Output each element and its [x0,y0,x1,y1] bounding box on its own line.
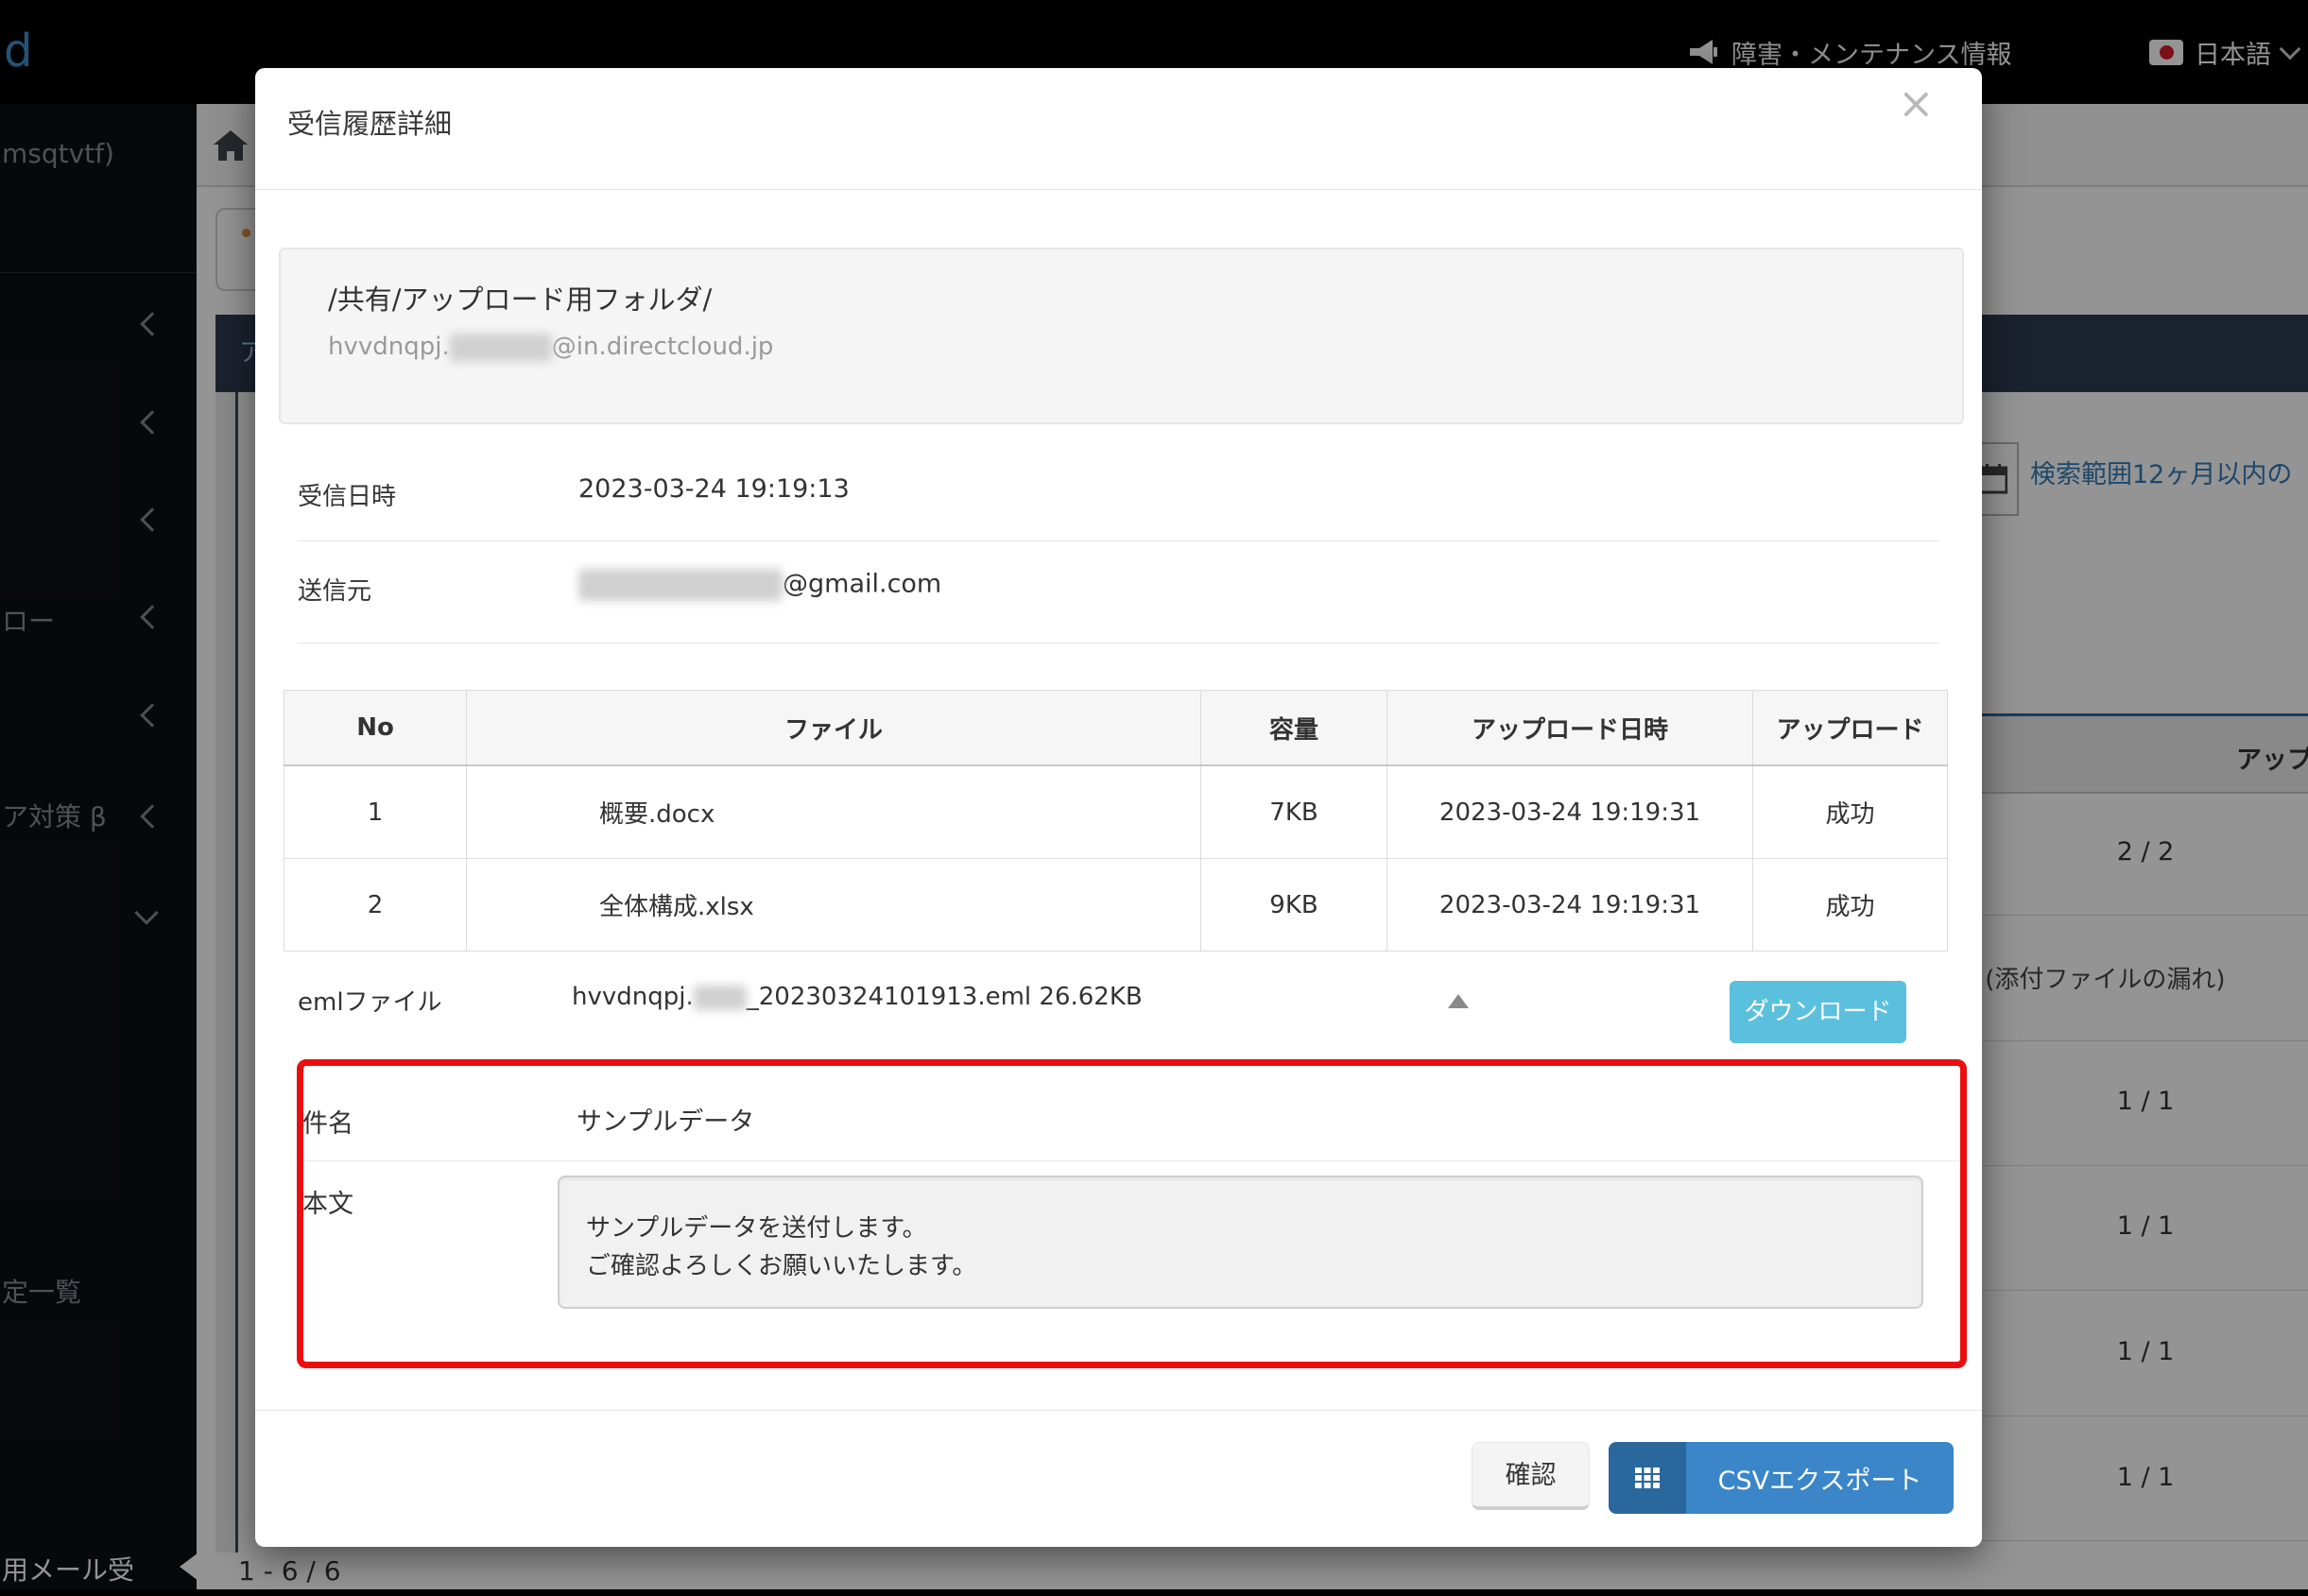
csv-export-label: CSVエクスポート [1686,1442,1954,1514]
col-header-file: ファイル [467,691,1201,766]
body-label: 本文 [302,1183,353,1220]
mail-body-textarea[interactable]: サンプルデータを送付します。 ご確認よろしくお願いいたします。 [558,1176,1923,1309]
csv-export-button[interactable]: CSVエクスポート [1609,1442,1954,1514]
cell-upload-result: 成功 [1753,859,1948,952]
mail-body-line: サンプルデータを送付します。 [586,1210,1921,1247]
eml-name-prefix: hvvdnqpj. [572,983,694,1011]
redacted-text [694,986,747,1010]
cell-upload-datetime: 2023-03-24 19:19:31 [1387,765,1753,859]
redacted-text [450,334,552,362]
subject-label: 件名 [302,1103,353,1140]
receive-history-detail-modal: 受信履歴詳細 × /共有/アップロード用フォルダ/ hvvdnqpj. @in.d… [255,68,1982,1547]
sender-value: @gmail.com [578,569,941,601]
subject-value: サンプルデータ [577,1101,754,1138]
col-header-size: 容量 [1201,691,1387,766]
received-datetime-label: 受信日時 [298,477,396,512]
cell-file: 全体構成.xlsx [467,859,1201,952]
receive-address-prefix: hvvdnqpj. [328,333,450,361]
destination-folder-path: /共有/アップロード用フォルダ/ [328,278,712,317]
table-row: 1 概要.docx 7KB 2023-03-24 19:19:31 成功 [284,765,1948,859]
col-header-upload-datetime: アップロード日時 [1387,691,1753,766]
redacted-text [578,569,783,601]
receive-email-address: hvvdnqpj. @in.directcloud.jp [328,333,773,362]
cell-no: 1 [284,765,467,859]
cell-size: 7KB [1201,765,1387,859]
screen: d 障害・メンテナンス情報 日本語 msqtvtf) ロー ア対策 β 定一覧 … [0,0,2308,1596]
eml-name-suffix: _20230324101913.eml 26.62KB [747,983,1143,1011]
col-header-no: No [284,691,467,766]
field-divider [299,1160,1967,1161]
cell-size: 9KB [1201,859,1387,952]
destination-summary-panel: /共有/アップロード用フォルダ/ hvvdnqpj. @in.directclou… [279,248,1964,424]
mail-body-line: ご確認よろしくお願いいたします。 [586,1247,1921,1285]
modal-header-divider [255,189,1982,190]
field-divider [298,643,1939,644]
cell-upload-result: 成功 [1753,765,1948,859]
sender-address-suffix: @gmail.com [783,570,941,599]
table-row: 2 全体構成.xlsx 9KB 2023-03-24 19:19:31 成功 [284,859,1948,952]
attached-files-table: No ファイル 容量 アップロード日時 アップロード 1 概要.docx 7KB… [284,690,1948,952]
close-icon[interactable]: × [1898,81,1935,125]
table-header-row: No ファイル 容量 アップロード日時 アップロード [284,691,1948,766]
download-button[interactable]: ダウンロード [1730,981,1906,1043]
receive-address-suffix: @in.directcloud.jp [552,333,774,361]
eml-file-label: emlファイル [298,983,442,1018]
cell-upload-datetime: 2023-03-24 19:19:31 [1387,859,1753,952]
modal-footer-divider [255,1410,1982,1411]
sender-label: 送信元 [298,572,371,607]
confirm-button[interactable]: 確認 [1472,1442,1590,1510]
col-header-upload-result: アップロード [1753,691,1948,766]
eml-file-name: hvvdnqpj. _20230324101913.eml 26.62KB [572,983,1143,1011]
cell-no: 2 [284,859,467,952]
modal-title: 受信履歴詳細 [287,102,452,142]
received-datetime-value: 2023-03-24 19:19:13 [578,474,850,504]
csv-grid-icon [1609,1442,1686,1514]
collapse-triangle-icon[interactable] [1448,994,1469,1008]
cell-file: 概要.docx [467,765,1201,859]
